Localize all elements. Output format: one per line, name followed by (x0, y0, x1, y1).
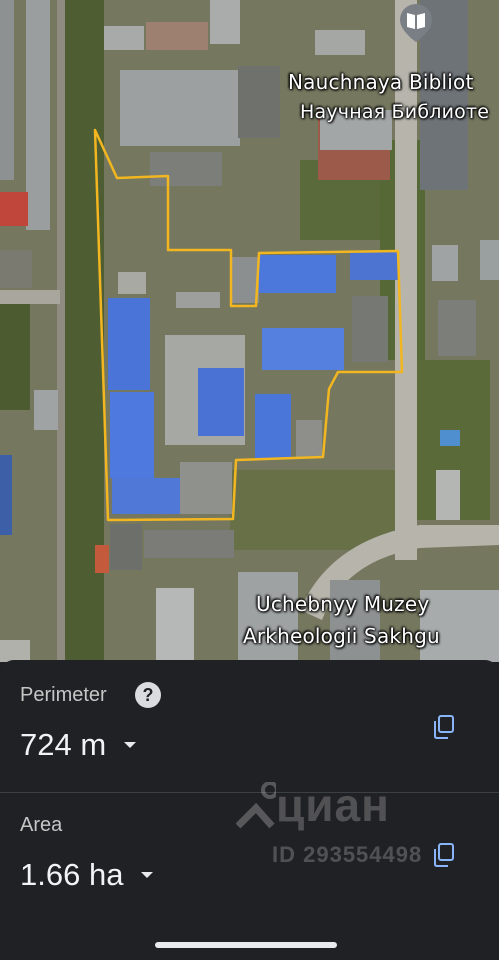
perimeter-label: Perimeter (20, 684, 107, 706)
cian-logo-text: циан (276, 779, 390, 831)
museum-label-line2[interactable]: Arkheologii Sakhgu (243, 624, 440, 648)
area-label: Area (20, 814, 63, 836)
museum-label-line1[interactable]: Uchebnyy Muzey (256, 592, 429, 616)
perimeter-value-text: 724 m (20, 727, 107, 762)
area-unit-dropdown-icon[interactable] (141, 872, 154, 878)
area-value[interactable]: 1.66 ha (20, 857, 154, 893)
satellite-map[interactable]: Nauchnaya Bibliot Научная Библиоте Ucheb… (0, 0, 499, 662)
measurement-panel: Perimeter ? 724 m Area 1.66 ha циан ID 2… (0, 660, 499, 960)
perimeter-value[interactable]: 724 m (20, 727, 137, 763)
library-label-cyrillic[interactable]: Научная Библиоте (300, 100, 489, 124)
library-book-pin-icon[interactable] (396, 2, 436, 42)
help-icon[interactable]: ? (135, 682, 161, 708)
copy-perimeter-icon[interactable] (432, 714, 456, 740)
home-indicator[interactable] (155, 942, 337, 948)
perimeter-unit-dropdown-icon[interactable] (124, 742, 137, 748)
library-label-latin[interactable]: Nauchnaya Bibliot (288, 70, 474, 94)
listing-id-text: ID 293554498 (272, 842, 423, 867)
copy-area-icon[interactable] (432, 842, 456, 868)
area-value-text: 1.66 ha (20, 857, 124, 892)
